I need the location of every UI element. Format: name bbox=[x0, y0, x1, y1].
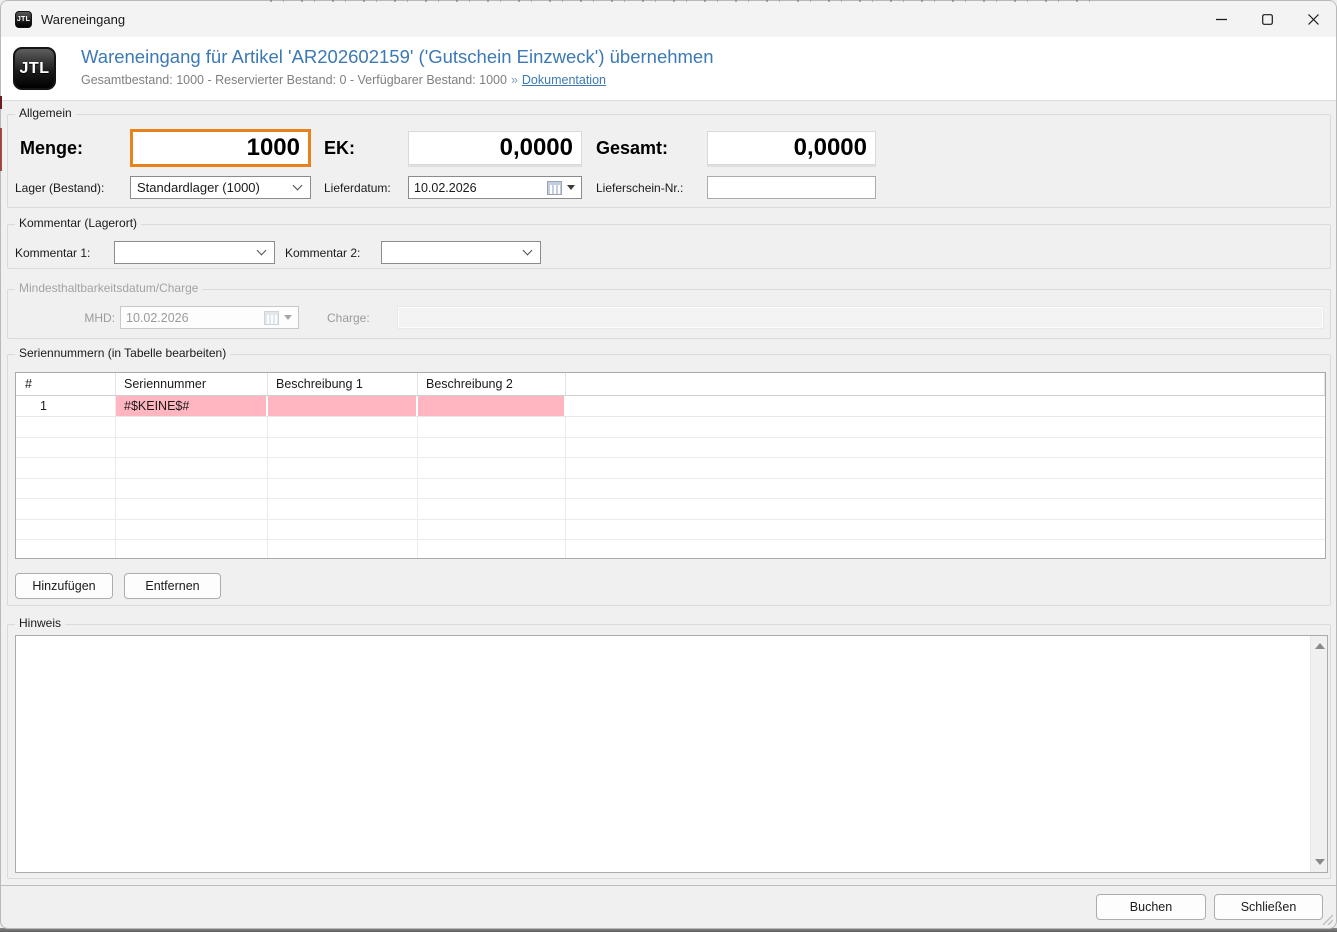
ek-label: EK: bbox=[324, 129, 355, 167]
group-mhd-charge-label: Mindesthaltbarkeitsdatum/Charge bbox=[15, 281, 202, 295]
mhd-label: MHD: bbox=[15, 306, 115, 329]
kommentar2-select[interactable] bbox=[381, 241, 541, 264]
table-empty-row[interactable] bbox=[16, 458, 1325, 479]
mhd-picker: 10.02.2026 bbox=[120, 306, 299, 329]
lieferschein-input[interactable] bbox=[707, 176, 876, 199]
jtl-logo: JTL bbox=[13, 47, 56, 90]
background-artifact-red bbox=[0, 96, 2, 109]
titlebar[interactable]: JTL Wareneingang bbox=[1, 1, 1336, 37]
footer-separator bbox=[1, 885, 1336, 886]
documentation-link[interactable]: Dokumentation bbox=[522, 73, 606, 87]
group-kommentar: Kommentar (Lagerort) Kommentar 1: Kommen… bbox=[7, 224, 1331, 269]
menge-input[interactable] bbox=[130, 129, 311, 167]
chevron-down-icon bbox=[523, 246, 533, 256]
close-icon bbox=[1308, 14, 1319, 25]
group-kommentar-label: Kommentar (Lagerort) bbox=[15, 216, 141, 230]
dropdown-arrow-icon bbox=[284, 315, 292, 320]
scroll-up-icon[interactable] bbox=[1315, 643, 1325, 649]
group-allgemein: Allgemein Menge: EK: Gesamt: Lager (Best… bbox=[7, 114, 1331, 208]
dialog-header: JTL Wareneingang für Artikel 'AR20260215… bbox=[1, 37, 1336, 101]
column-header-beschreibung1[interactable]: Beschreibung 1 bbox=[268, 373, 418, 395]
close-button[interactable] bbox=[1290, 1, 1336, 37]
lieferdatum-value: 10.02.2026 bbox=[414, 181, 477, 195]
calendar-icon bbox=[264, 311, 279, 325]
entfernen-button[interactable]: Entfernen bbox=[124, 573, 221, 599]
gesamt-input[interactable] bbox=[707, 131, 876, 165]
lieferschein-label: Lieferschein-Nr.: bbox=[596, 176, 683, 199]
table-empty-row[interactable] bbox=[16, 438, 1325, 459]
gesamt-label: Gesamt: bbox=[596, 129, 668, 167]
table-empty-row[interactable] bbox=[16, 479, 1325, 500]
background-artifact-red bbox=[0, 128, 2, 171]
table-empty-row[interactable] bbox=[16, 417, 1325, 438]
lieferdatum-picker[interactable]: 10.02.2026 bbox=[408, 176, 582, 199]
resize-grip-icon[interactable] bbox=[1321, 913, 1333, 925]
app-icon: JTL bbox=[15, 11, 32, 28]
subtitle-separator: » bbox=[511, 73, 518, 87]
charge-input bbox=[397, 306, 1324, 329]
lieferdatum-label: Lieferdatum: bbox=[324, 176, 391, 199]
schliessen-button[interactable]: Schließen bbox=[1214, 894, 1323, 920]
seriennummern-table[interactable]: # Seriennummer Beschreibung 1 Beschreibu… bbox=[15, 372, 1326, 559]
menge-label: Menge: bbox=[20, 129, 83, 167]
kommentar1-label: Kommentar 1: bbox=[15, 241, 90, 264]
vertical-scrollbar[interactable] bbox=[1310, 636, 1327, 872]
wareneingang-dialog: JTL Wareneingang JTL Wareneingang für Ar… bbox=[0, 0, 1337, 929]
hinzufuegen-button[interactable]: Hinzufügen bbox=[15, 573, 113, 599]
column-header-beschreibung2[interactable]: Beschreibung 2 bbox=[418, 373, 566, 395]
mhd-value: 10.02.2026 bbox=[126, 311, 189, 325]
ek-input[interactable] bbox=[408, 131, 582, 165]
lager-select[interactable]: Standardlager (1000) bbox=[130, 176, 311, 199]
cell-seriennummer[interactable]: #$KEINE$# bbox=[116, 396, 268, 416]
calendar-icon bbox=[547, 181, 562, 195]
cell-beschreibung1[interactable] bbox=[268, 396, 418, 416]
lager-selected-value: Standardlager (1000) bbox=[137, 180, 260, 195]
group-allgemein-label: Allgemein bbox=[15, 106, 76, 120]
buchen-button[interactable]: Buchen bbox=[1096, 894, 1206, 920]
group-hinweis-label: Hinweis bbox=[15, 616, 65, 630]
dropdown-arrow-icon bbox=[567, 185, 575, 190]
minimize-icon bbox=[1216, 14, 1227, 25]
group-mhd-charge: Mindesthaltbarkeitsdatum/Charge MHD: 10.… bbox=[7, 289, 1331, 339]
stock-summary-text: Gesamtbestand: 1000 - Reservierter Besta… bbox=[81, 73, 507, 87]
table-empty-row[interactable] bbox=[16, 540, 1325, 559]
maximize-icon bbox=[1262, 14, 1273, 25]
minimize-button[interactable] bbox=[1198, 1, 1244, 37]
table-header-row: # Seriennummer Beschreibung 1 Beschreibu… bbox=[16, 373, 1325, 396]
page-title: Wareneingang für Artikel 'AR202602159' (… bbox=[81, 46, 714, 68]
maximize-button[interactable] bbox=[1244, 1, 1290, 37]
column-header-nr[interactable]: # bbox=[16, 373, 116, 395]
kommentar1-select[interactable] bbox=[114, 241, 275, 264]
group-seriennummern-label: Seriennummern (in Tabelle bearbeiten) bbox=[15, 346, 230, 360]
lager-label: Lager (Bestand): bbox=[15, 176, 104, 199]
chevron-down-icon bbox=[293, 181, 303, 191]
hinweis-textarea[interactable] bbox=[15, 635, 1328, 873]
table-empty-row[interactable] bbox=[16, 520, 1325, 541]
table-row[interactable]: 1 #$KEINE$# bbox=[16, 396, 1325, 417]
charge-label: Charge: bbox=[327, 306, 370, 329]
column-header-seriennummer[interactable]: Seriennummer bbox=[116, 373, 268, 395]
chevron-down-icon bbox=[257, 246, 267, 256]
window-title: Wareneingang bbox=[41, 12, 125, 27]
group-seriennummern: Seriennummern (in Tabelle bearbeiten) # … bbox=[7, 354, 1331, 606]
cell-beschreibung2[interactable] bbox=[418, 396, 566, 416]
stock-summary: Gesamtbestand: 1000 - Reservierter Besta… bbox=[81, 73, 606, 87]
cell-row-number[interactable]: 1 bbox=[16, 396, 116, 416]
table-empty-row[interactable] bbox=[16, 499, 1325, 520]
scroll-down-icon[interactable] bbox=[1315, 859, 1325, 865]
group-hinweis: Hinweis bbox=[7, 624, 1331, 879]
kommentar2-label: Kommentar 2: bbox=[285, 241, 360, 264]
